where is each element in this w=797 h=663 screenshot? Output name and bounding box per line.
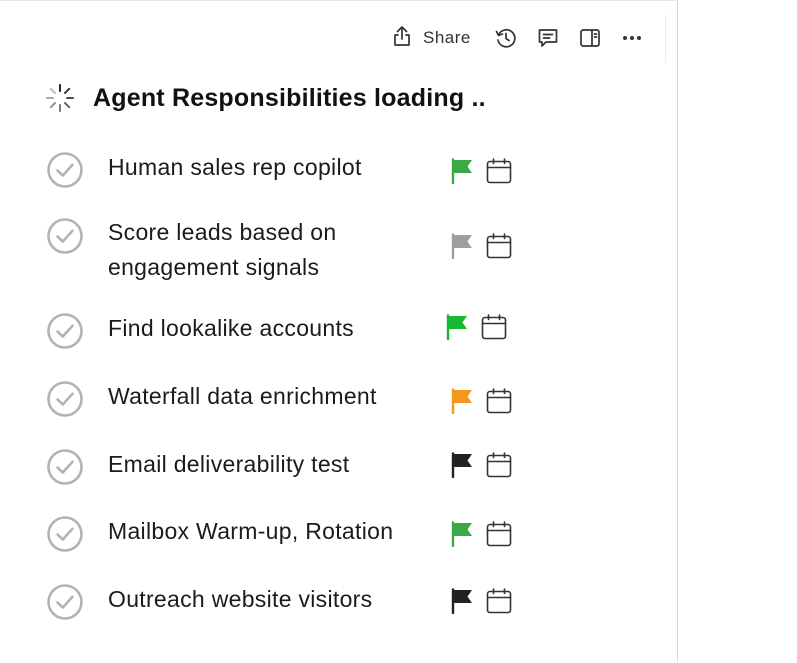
priority-flag-icon[interactable]	[450, 588, 474, 615]
task-check-icon[interactable]	[46, 380, 84, 418]
task-meta	[450, 521, 512, 548]
task-label[interactable]: Outreach website visitors	[108, 582, 372, 617]
priority-flag-icon[interactable]	[450, 521, 474, 548]
task-meta	[450, 388, 512, 415]
task-label-line: Waterfall data enrichment	[108, 383, 377, 409]
calendar-icon[interactable]	[486, 233, 512, 259]
loading-spinner-icon	[44, 82, 76, 114]
task-label-line: Mailbox Warm-up, Rotation	[108, 518, 394, 544]
task-row[interactable]: Outreach website visitors	[46, 583, 372, 621]
task-label[interactable]: Waterfall data enrichment	[108, 379, 377, 414]
task-label[interactable]: Find lookalike accounts	[108, 311, 354, 346]
calendar-icon[interactable]	[486, 388, 512, 414]
more-icon[interactable]	[617, 23, 647, 53]
task-row[interactable]: Score leads based on engagement signals	[46, 217, 336, 280]
task-label-line: Score leads based on	[108, 219, 337, 245]
sidebar-toggle-icon[interactable]	[575, 23, 605, 53]
task-check-icon[interactable]	[46, 583, 84, 621]
calendar-icon[interactable]	[486, 452, 512, 478]
task-label-line: Outreach website visitors	[108, 586, 373, 612]
task-label[interactable]: Score leads based on engagement signals	[108, 215, 337, 285]
task-meta	[450, 452, 512, 479]
priority-flag-icon[interactable]	[450, 233, 474, 260]
task-meta	[450, 588, 512, 615]
task-check-icon[interactable]	[46, 515, 84, 553]
page-header: Agent Responsibilities loading ..	[44, 81, 486, 115]
comment-icon[interactable]	[533, 23, 563, 53]
toolbar: Share	[385, 23, 647, 53]
task-meta	[450, 233, 512, 260]
task-label-line: Email deliverability test	[108, 451, 350, 477]
toolbar-divider	[665, 15, 666, 63]
calendar-icon[interactable]	[486, 588, 512, 614]
task-row[interactable]: Mailbox Warm-up, Rotation	[46, 515, 393, 553]
task-label[interactable]: Mailbox Warm-up, Rotation	[108, 514, 393, 549]
task-check-icon[interactable]	[46, 312, 84, 350]
task-check-icon[interactable]	[46, 151, 84, 189]
task-label[interactable]: Email deliverability test	[108, 447, 349, 482]
share-button[interactable]: Share	[385, 23, 477, 53]
task-row[interactable]: Find lookalike accounts	[46, 312, 354, 350]
page-title: Agent Responsibilities loading ..	[93, 83, 486, 112]
task-check-icon[interactable]	[46, 448, 84, 486]
share-label: Share	[423, 28, 471, 47]
share-icon	[391, 24, 413, 53]
task-label-line: engagement signals	[108, 254, 320, 280]
task-label[interactable]: Human sales rep copilot	[108, 150, 362, 185]
task-panel: Share Agent Responsibilities loading .. …	[0, 0, 678, 662]
task-meta	[450, 158, 512, 185]
calendar-icon[interactable]	[486, 521, 512, 547]
calendar-icon[interactable]	[481, 314, 507, 340]
task-row[interactable]: Human sales rep copilot	[46, 151, 361, 189]
task-meta	[445, 314, 507, 341]
priority-flag-icon[interactable]	[450, 388, 474, 415]
priority-flag-icon[interactable]	[450, 158, 474, 185]
priority-flag-icon[interactable]	[450, 452, 474, 479]
calendar-icon[interactable]	[486, 158, 512, 184]
task-label-line: Find lookalike accounts	[108, 315, 354, 341]
task-row[interactable]: Email deliverability test	[46, 448, 349, 486]
task-row[interactable]: Waterfall data enrichment	[46, 380, 376, 418]
task-label-line: Human sales rep copilot	[108, 154, 362, 180]
history-icon[interactable]	[491, 23, 521, 53]
task-check-icon[interactable]	[46, 217, 84, 255]
priority-flag-icon[interactable]	[445, 314, 469, 341]
